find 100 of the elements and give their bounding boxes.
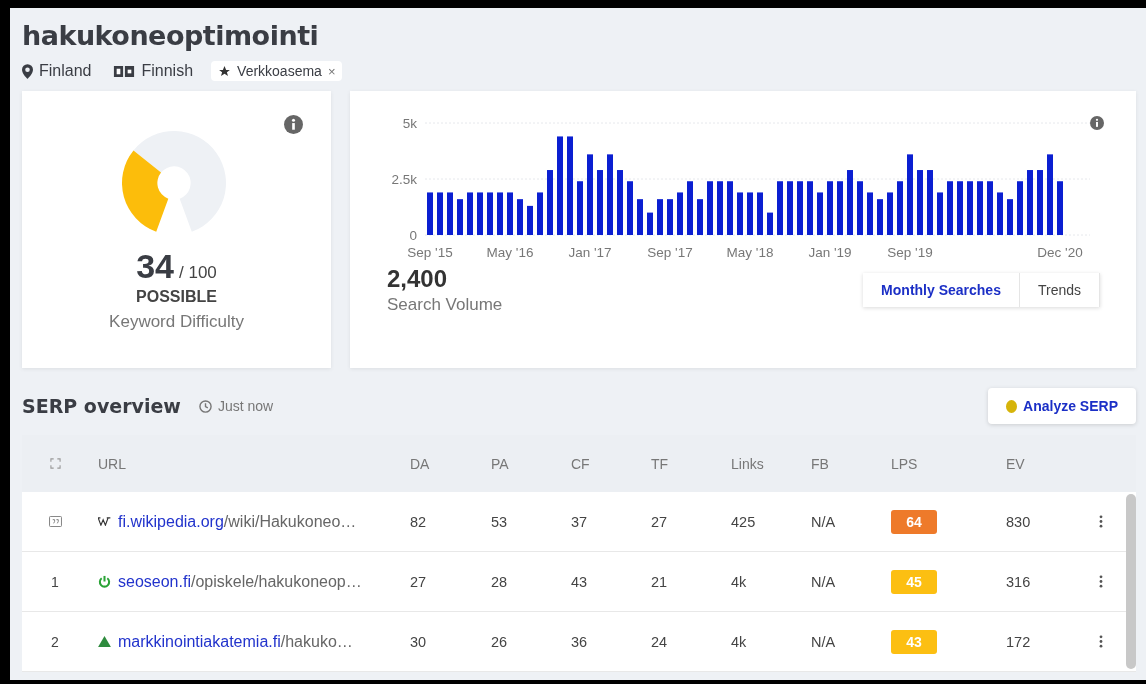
coin-icon [1006, 399, 1018, 413]
volume-bar [817, 192, 823, 235]
table-cell-text: 27 [410, 573, 428, 590]
more-options-icon[interactable] [1099, 635, 1103, 648]
volume-bar [627, 181, 633, 235]
axis-label: Jan '17 [568, 245, 612, 260]
table-cell-text: 4k [731, 633, 748, 650]
search-volume-label: Search Volume [387, 295, 503, 315]
table-cell-text: 24 [651, 633, 669, 650]
section-title: SERP overview [22, 395, 181, 417]
column-header[interactable]: EV [1006, 455, 1091, 472]
volume-bar [477, 192, 483, 235]
table-cell-text: 36 [571, 633, 589, 650]
table-cell-text: 43 [571, 573, 589, 590]
language-icon [113, 65, 136, 77]
difficulty-label: Keyword Difficulty [109, 312, 244, 332]
table-cell-text: 53 [491, 513, 509, 530]
column-header[interactable]: PA [491, 455, 571, 472]
volume-bar [617, 170, 623, 235]
scrollbar[interactable] [1126, 494, 1136, 669]
table-cell-text: 30 [410, 633, 428, 650]
volume-bar [457, 199, 463, 235]
volume-bar [1027, 170, 1033, 235]
volume-bar [577, 181, 583, 235]
lps-badge: 45 [891, 569, 937, 594]
table-cell-text: 27 [651, 513, 669, 530]
volume-bar [667, 199, 673, 235]
column-header[interactable]: Links [731, 455, 811, 472]
result-url-link[interactable]: fi.wikipedia.org/wiki/Hakukoneo… [118, 512, 357, 531]
table-cell-text: 425 [731, 513, 757, 530]
volume-bar [1037, 170, 1043, 235]
result-url-link[interactable]: markkinointiakatemia.fi/hakuko… [118, 632, 353, 651]
location-pin-icon [22, 63, 33, 79]
volume-bar [847, 170, 853, 235]
axis-label: Sep '15 [407, 245, 453, 260]
star-icon [218, 64, 232, 78]
lps-badge: 43 [891, 629, 937, 654]
table-cell-text: 37 [571, 513, 589, 530]
language-label: Finnish [141, 62, 194, 80]
volume-bar [657, 199, 663, 235]
axis-label: 5k [402, 116, 417, 131]
more-options-icon[interactable] [1099, 575, 1103, 588]
analyze-serp-button[interactable]: Analyze SERP [988, 388, 1136, 424]
volume-bar [637, 199, 643, 235]
table-cell-text: 4k [731, 573, 748, 590]
volume-bar [897, 181, 903, 235]
table-cell-text: 82 [410, 513, 428, 530]
axis-label: May '16 [486, 245, 534, 260]
volume-bar [957, 181, 963, 235]
volume-bar [547, 170, 553, 235]
axis-label: Dec '20 [1037, 245, 1083, 260]
search-volume-value: 2,400 [387, 265, 449, 293]
difficulty-rating: POSSIBLE [136, 288, 217, 306]
volume-bar [727, 181, 733, 235]
volume-bar [837, 181, 843, 235]
volume-bar [427, 192, 433, 235]
column-header[interactable]: TF [651, 455, 731, 472]
volume-bar [717, 181, 723, 235]
volume-bar [797, 181, 803, 235]
column-header[interactable]: LPS [891, 455, 1006, 472]
keyword-title: hakukoneoptimointi [22, 19, 320, 51]
remove-tag-button[interactable]: × [327, 63, 336, 79]
volume-bar [987, 181, 993, 235]
view-toggle-tab[interactable]: Trends [1019, 273, 1100, 307]
list-tag[interactable]: Verkkoasema × [211, 61, 343, 81]
column-header[interactable]: CF [571, 455, 651, 472]
info-icon[interactable] [284, 115, 303, 134]
volume-bar [687, 181, 693, 235]
info-icon[interactable] [1090, 116, 1104, 130]
volume-bar [977, 181, 983, 235]
column-header[interactable]: FB [811, 455, 891, 472]
table-cell-text: N/A [811, 633, 837, 650]
volume-bar [807, 181, 813, 235]
quote-snippet-icon [48, 516, 62, 527]
volume-bar [947, 181, 953, 235]
volume-bar [877, 199, 883, 235]
volume-bar [507, 192, 513, 235]
table-cell-text: 21 [651, 573, 669, 590]
volume-bar [757, 192, 763, 235]
score-max: / 100 [179, 263, 217, 283]
volume-bar [697, 199, 703, 235]
table-cell-text: N/A [811, 573, 837, 590]
volume-bar [747, 192, 753, 235]
power-icon [98, 575, 111, 588]
result-url-link[interactable]: seoseon.fi/opiskele/hakukoneop… [118, 572, 362, 591]
volume-bar [997, 192, 1003, 235]
volume-bar [867, 192, 873, 235]
axis-label: May '18 [726, 245, 774, 260]
table-cell-text: 316 [1006, 573, 1032, 590]
volume-bar [1017, 181, 1023, 235]
volume-bar [487, 192, 493, 235]
rank-number: 1 [51, 573, 59, 590]
rank-number: 2 [51, 633, 59, 650]
column-header[interactable]: URL [98, 455, 410, 472]
volume-bar [597, 170, 603, 235]
view-toggle-tab[interactable]: Monthly Searches [863, 273, 1020, 307]
table-cell-text: 28 [491, 573, 509, 590]
more-options-icon[interactable] [1099, 515, 1103, 528]
volume-bar [917, 170, 923, 235]
column-header[interactable]: DA [410, 455, 491, 472]
